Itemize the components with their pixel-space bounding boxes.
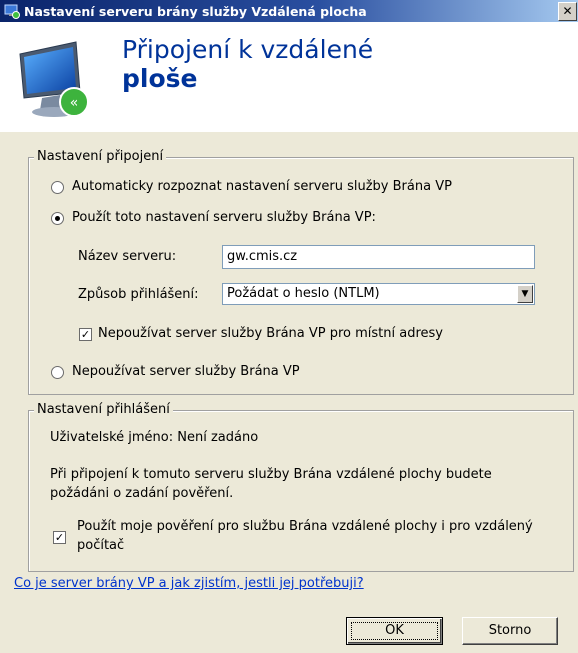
header-title: Připojení k vzdálené ploše xyxy=(122,35,373,93)
use-credentials-label-line1[interactable]: Použít moje pověření pro službu Brána vz… xyxy=(77,519,533,534)
remote-desktop-monitor-icon: « xyxy=(19,41,89,117)
use-credentials-checkbox[interactable]: ✓ xyxy=(53,531,66,544)
server-name-field[interactable]: gw.cmis.cz xyxy=(222,245,535,269)
close-button[interactable]: ✕ xyxy=(558,2,577,21)
logon-settings-legend: Nastavení přihlášení xyxy=(34,402,173,417)
cancel-button[interactable]: Storno xyxy=(462,617,558,645)
bypass-local-label[interactable]: Nepoužívat server služby Brána VP pro mí… xyxy=(98,326,443,341)
radio-no-gateway-label[interactable]: Nepoužívat server služby Brána VP xyxy=(72,364,300,379)
radio-auto-detect[interactable] xyxy=(51,181,64,194)
logon-method-label: Způsob přihlášení: xyxy=(78,287,199,302)
info-text-line2: požádáni o zadání pověření. xyxy=(50,486,234,501)
radio-use-settings[interactable] xyxy=(51,212,64,225)
header-title-line1: Připojení k vzdálené xyxy=(122,35,374,64)
help-link[interactable]: Co je server brány VP a jak zjistím, jes… xyxy=(14,576,364,591)
window-title: Nastavení serveru brány služby Vzdálená … xyxy=(24,4,367,19)
logon-method-select[interactable]: Požádat o heslo (NTLM) ▼ xyxy=(222,283,535,305)
dropdown-arrow-icon[interactable]: ▼ xyxy=(517,285,533,303)
focus-rect xyxy=(351,622,438,640)
username-text: Uživatelské jméno: Není zadáno xyxy=(50,430,259,445)
logon-method-value: Požádat o heslo (NTLM) xyxy=(227,286,380,301)
header-title-line2: ploše xyxy=(122,64,198,93)
rdp-gateway-icon xyxy=(4,4,20,19)
ok-button[interactable]: OK xyxy=(346,617,443,645)
title-bar[interactable]: Nastavení serveru brány služby Vzdálená … xyxy=(0,0,578,22)
radio-no-gateway[interactable] xyxy=(51,366,64,379)
svg-text:«: « xyxy=(70,95,79,111)
radio-auto-detect-label[interactable]: Automaticky rozpoznat nastavení serveru … xyxy=(72,179,452,194)
bypass-local-checkbox[interactable]: ✓ xyxy=(79,328,92,341)
connection-settings-legend: Nastavení připojení xyxy=(34,149,167,164)
server-name-label: Název serveru: xyxy=(78,249,177,264)
dialog-window: Nastavení serveru brány služby Vzdálená … xyxy=(0,0,578,653)
info-text-line1: Při připojení k tomuto serveru služby Br… xyxy=(50,467,492,482)
radio-use-settings-label[interactable]: Použít toto nastavení serveru služby Brá… xyxy=(72,210,376,225)
cancel-button-label: Storno xyxy=(488,623,532,638)
use-credentials-label-line2[interactable]: počítač xyxy=(77,538,124,553)
